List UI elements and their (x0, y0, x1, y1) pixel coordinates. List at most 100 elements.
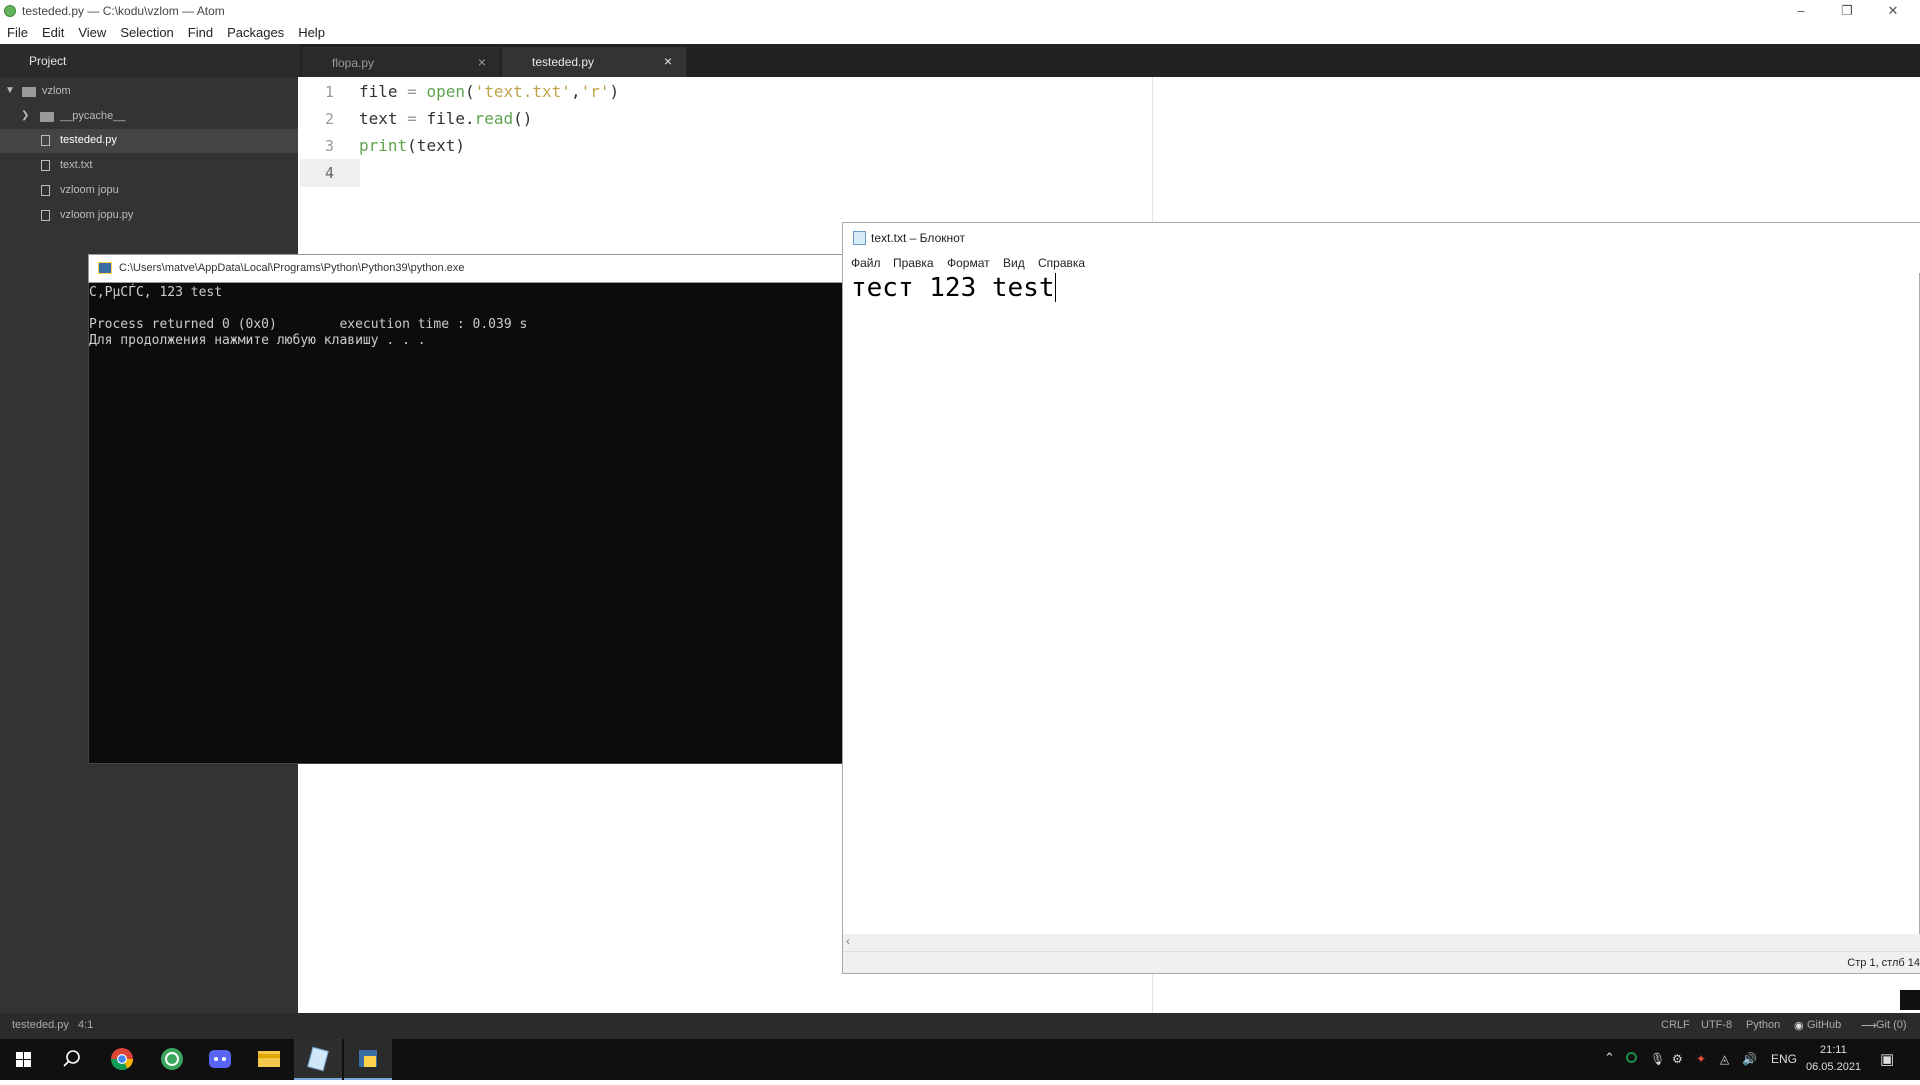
status-github[interactable]: GitHub (1807, 1019, 1841, 1031)
notepad-window[interactable] (842, 222, 1920, 974)
notepad-icon[interactable] (294, 1039, 342, 1080)
code-line[interactable]: print(text) (359, 136, 465, 155)
wifi-icon[interactable]: ◬ (1720, 1052, 1729, 1066)
notepad-title: text.txt – Блокнот (871, 231, 966, 245)
volume-icon[interactable]: 🔊 (1742, 1052, 1757, 1066)
tree-item-text-txt[interactable]: text.txt (0, 154, 298, 178)
code-token: open (426, 82, 465, 101)
tree-item-label: text.txt (60, 159, 93, 171)
menu-find[interactable]: Find (181, 22, 220, 44)
chevron-up-icon[interactable]: ⌃ (1604, 1050, 1615, 1066)
clock-time[interactable]: 21:11 (1820, 1044, 1847, 1056)
tree-item-vzloom-jopu-py[interactable]: vzloom jopu.py (0, 204, 298, 228)
tray-app-icon[interactable] (1626, 1052, 1637, 1066)
line-number: 1 (324, 83, 334, 101)
tab-label: flopa.py (332, 56, 375, 70)
chevron-down-icon: ▼ (5, 85, 15, 96)
menu-packages[interactable]: Packages (220, 22, 291, 44)
menu-edit[interactable]: Edit (35, 22, 71, 44)
tree-item-label: __pycache__ (60, 110, 126, 122)
chrome-icon[interactable] (98, 1039, 146, 1080)
code-line[interactable]: text = file.read() (359, 109, 532, 128)
menu-selection[interactable]: Selection (113, 22, 180, 44)
tree-item-vzloom-jopu[interactable]: vzloom jopu (0, 179, 298, 203)
clock-date[interactable]: 06.05.2021 (1806, 1061, 1861, 1073)
tree-item-testeded[interactable]: testeded.py (0, 129, 298, 153)
resize-grip[interactable] (1900, 990, 1920, 1010)
horizontal-scrollbar[interactable]: ‹ (843, 934, 1920, 951)
restore-button[interactable]: ❐ (1824, 0, 1870, 22)
notepad-content: тест 123 test (851, 273, 1055, 303)
status-git[interactable]: Git (0) (1876, 1019, 1907, 1031)
status-file-name[interactable]: testeded.py (12, 1019, 69, 1031)
notepad-menu-bar: Файл Правка Формат Вид Справка (843, 253, 1920, 273)
tree-item-label: testeded.py (60, 134, 117, 146)
status-cursor-position[interactable]: 4:1 (78, 1019, 93, 1031)
tab-label: testeded.py (532, 55, 595, 69)
notepad-icon (853, 231, 866, 245)
tree-root-folder[interactable]: ▼ vzlom (0, 80, 298, 104)
status-grammar[interactable]: Python (1746, 1019, 1780, 1031)
close-tab-icon[interactable]: × (478, 54, 486, 70)
line-number: 2 (324, 110, 334, 128)
git-branch-icon[interactable]: ⟶ (1861, 1019, 1877, 1032)
notepad-menu-edit[interactable]: Правка (893, 256, 934, 270)
microphone-icon[interactable]: 🎙 (1650, 1052, 1665, 1066)
tree-item-label: vzloom jopu.py (60, 209, 134, 221)
python-icon (98, 262, 112, 274)
notepad-menu-view[interactable]: Вид (1003, 256, 1025, 270)
tree-root-label: vzlom (42, 85, 71, 97)
close-button[interactable]: ✕ (1870, 0, 1916, 22)
search-icon[interactable] (48, 1039, 96, 1080)
code-token: file (359, 82, 408, 101)
code-token: print (359, 136, 408, 155)
code-token: file. (426, 109, 475, 128)
status-line-ending[interactable]: CRLF (1661, 1019, 1690, 1031)
code-token: = (407, 82, 427, 101)
scroll-left-icon[interactable]: ‹ (846, 934, 850, 948)
console-output-line: Process returned 0 (0x0) execution time … (89, 317, 528, 332)
code-line[interactable]: file = open('text.txt','r') (359, 82, 619, 101)
folder-icon (22, 87, 36, 97)
status-encoding[interactable]: UTF-8 (1701, 1019, 1732, 1031)
menu-file[interactable]: File (0, 22, 35, 44)
code-token: 'r' (580, 82, 610, 101)
tree-item-pycache[interactable]: ❯ __pycache__ (0, 105, 298, 129)
tray-alert-icon[interactable]: ✦ (1696, 1052, 1706, 1066)
code-token: read (474, 109, 514, 128)
menu-view[interactable]: View (71, 22, 113, 44)
notification-icon[interactable]: ▣ (1880, 1050, 1894, 1068)
github-icon[interactable]: ◉ (1794, 1019, 1804, 1032)
notepad-menu-help[interactable]: Справка (1038, 256, 1085, 270)
atom-title-bar: testeded.py — C:\kodu\vzlom — Atom – ❐ ✕ (0, 0, 1920, 22)
browser-icon[interactable] (148, 1039, 196, 1080)
code-token: = (407, 109, 427, 128)
tray-settings-icon[interactable]: ⚙ (1672, 1052, 1683, 1066)
chevron-right-icon: ❯ (21, 110, 30, 121)
line-number: 4 (324, 164, 334, 182)
code-token: ) (609, 82, 620, 101)
notepad-title-bar[interactable]: text.txt – Блокнот (843, 223, 1920, 253)
file-icon (41, 160, 50, 171)
windows-start-icon[interactable] (0, 1039, 48, 1080)
menu-help[interactable]: Help (291, 22, 332, 44)
tree-item-label: vzloom jopu (60, 184, 119, 196)
minimize-button[interactable]: – (1778, 0, 1824, 22)
notepad-menu-format[interactable]: Формат (947, 256, 990, 270)
file-explorer-icon[interactable] (245, 1039, 293, 1080)
code-token: ( (464, 82, 475, 101)
discord-icon[interactable] (196, 1039, 244, 1080)
python-icon[interactable] (344, 1039, 392, 1080)
code-token: () (513, 109, 533, 128)
project-panel-label: Project (29, 54, 67, 68)
tab-testeded[interactable]: testeded.py × (502, 47, 686, 77)
atom-logo-icon (4, 5, 16, 17)
language-indicator[interactable]: ENG (1771, 1052, 1797, 1066)
console-title-bar[interactable]: C:\Users\matve\AppData\Local\Programs\Py… (88, 254, 843, 283)
notepad-menu-file[interactable]: Файл (851, 256, 881, 270)
code-token: text (359, 109, 408, 128)
close-tab-icon[interactable]: × (664, 53, 672, 69)
tab-flopa[interactable]: flopa.py × (302, 47, 500, 77)
project-panel-tab[interactable]: Project (0, 44, 300, 77)
notepad-text-area[interactable]: тест 123 test (851, 273, 1056, 303)
